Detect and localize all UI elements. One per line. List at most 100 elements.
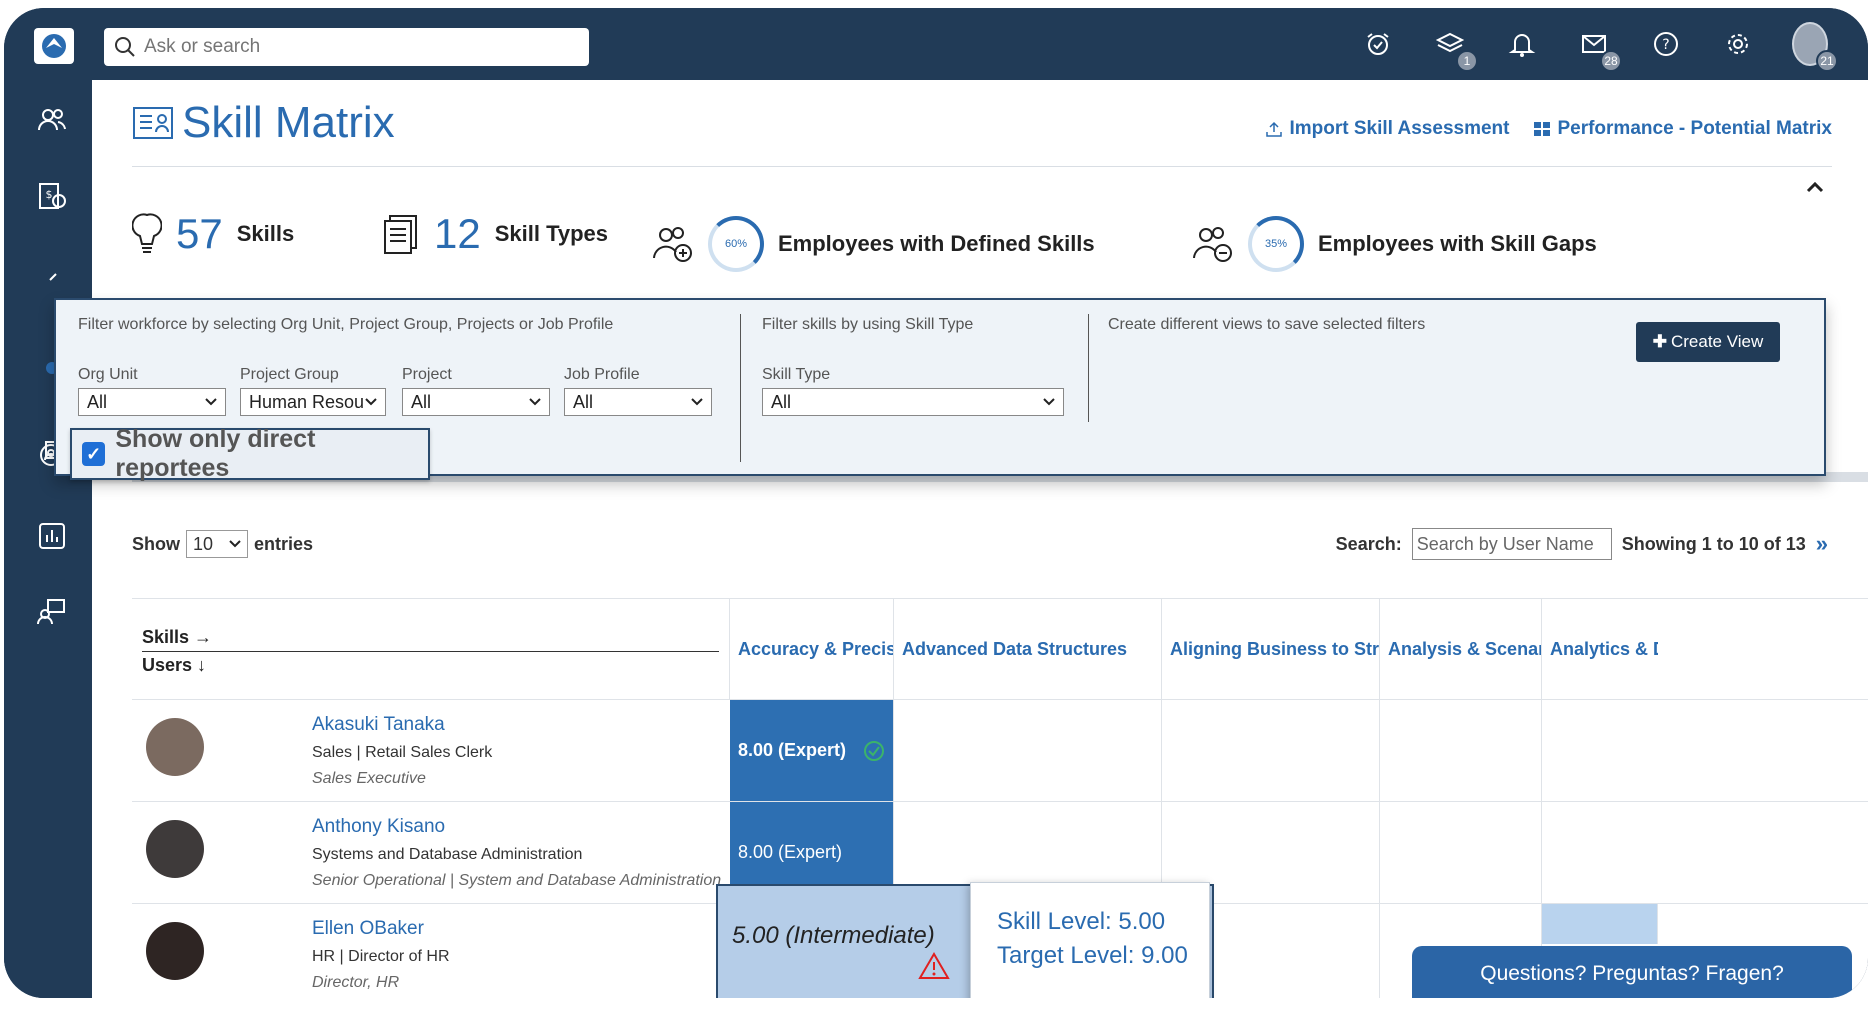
stat-skill-gaps: 35% Employees with Skill Gaps: [1192, 216, 1597, 272]
documents-icon: [384, 215, 417, 254]
skill-matrix-icon: [133, 107, 173, 139]
direct-reportees-checkbox[interactable]: ✓: [82, 442, 106, 466]
project-select[interactable]: All: [402, 388, 550, 416]
page-title: Skill Matrix: [132, 98, 395, 148]
avatar-badge: 21: [1816, 50, 1838, 72]
table-search: Search: Search by User Name Showing 1 to…: [1336, 528, 1828, 560]
employee-dept: Systems and Database Administration: [312, 846, 583, 863]
col-header-skill[interactable]: Aligning Business to Strategy: [1162, 599, 1380, 699]
payroll-icon[interactable]: $: [32, 176, 72, 216]
collapse-chevron-up-icon[interactable]: [1806, 176, 1824, 199]
alarm-clock-icon[interactable]: [1360, 26, 1396, 62]
col-header-skill[interactable]: Accuracy & Precision: [730, 599, 894, 699]
users-add-icon: [653, 227, 692, 262]
performance-potential-matrix-link[interactable]: Performance - Potential Matrix: [1533, 118, 1832, 140]
user-avatar[interactable]: 21: [1792, 22, 1838, 72]
employee-name[interactable]: Ellen OBaker: [312, 918, 424, 940]
report-chart-icon[interactable]: [32, 516, 72, 556]
defined-skills-ring: 60%: [708, 216, 764, 272]
check-circle-icon: [864, 741, 884, 761]
search-icon: [115, 37, 135, 57]
upload-icon: [1266, 121, 1283, 137]
employee-dept: HR | Director of HR: [312, 948, 450, 965]
employee-name[interactable]: Anthony Kisano: [312, 816, 445, 838]
mail-badge: 28: [1600, 50, 1622, 72]
menu-partial-icon[interactable]: [32, 256, 72, 296]
users-remove-icon: [1193, 227, 1232, 262]
sidebar: $: [4, 80, 92, 998]
app-window: 1 28 ? 21 $: [4, 8, 1868, 998]
skill-types-count: 12: [434, 210, 481, 257]
table-row: Akasuki Tanaka Sales | Retail Sales Cler…: [132, 700, 1868, 802]
stat-skills: 57 Skills: [132, 210, 294, 258]
chevron-down-icon: [691, 398, 703, 406]
create-view-button[interactable]: ✚ Create View: [1636, 322, 1780, 362]
page-title-text: Skill Matrix: [182, 98, 395, 147]
views-note: Create different views to save selected …: [1108, 316, 1426, 333]
employee-role: Sales Executive: [312, 770, 426, 787]
layers-icon[interactable]: 1: [1432, 26, 1478, 72]
avatar: [146, 820, 204, 878]
top-bar: 1 28 ? 21: [4, 8, 1868, 80]
mail-icon[interactable]: 28: [1576, 26, 1622, 72]
chevron-down-icon: [529, 398, 541, 406]
skill-level-tooltip: Skill Level: 5.00 Target Level: 9.00: [970, 882, 1210, 998]
skill-filter-note: Filter skills by using Skill Type: [762, 316, 974, 333]
team-board-icon[interactable]: [32, 592, 72, 632]
defined-skills-label: Employees with Defined Skills: [778, 231, 1095, 256]
gear-icon[interactable]: [1720, 26, 1756, 62]
layers-badge: 1: [1456, 50, 1478, 72]
direct-reportees-label: Show only direct reportees: [115, 425, 316, 482]
skill-types-label: Skill Types: [494, 221, 609, 246]
title-divider: [132, 166, 1832, 167]
global-search-input[interactable]: [144, 36, 564, 58]
people-icon[interactable]: [32, 100, 72, 140]
skill-level-text: Skill Level: 5.00: [997, 908, 1166, 935]
warning-icon: [918, 952, 950, 979]
skills-label: Skills: [236, 221, 295, 246]
employee-role: Senior Operational | System and Database…: [312, 872, 722, 889]
skill-cell[interactable]: 8.00 (Expert): [730, 700, 894, 801]
chevron-down-icon: [1043, 398, 1055, 406]
chevron-down-icon: [205, 398, 217, 406]
user-search-input[interactable]: Search by User Name: [1411, 528, 1612, 560]
direct-reportees-toggle[interactable]: ✓ Show only direct reportees: [70, 425, 430, 482]
bell-icon[interactable]: [1504, 26, 1540, 62]
employee-dept: Sales | Retail Sales Clerk: [312, 744, 493, 761]
skill-type-select[interactable]: All: [762, 388, 1064, 416]
next-page-icon[interactable]: »: [1816, 531, 1828, 557]
plus-icon: ✚: [1652, 332, 1667, 351]
skill-gaps-label: Employees with Skill Gaps: [1318, 231, 1597, 256]
main-content: Skill Matrix Import Skill Assessment Per…: [92, 80, 1868, 998]
svg-text:?: ?: [1662, 37, 1669, 53]
lightbulb-icon: [132, 213, 162, 253]
target-level-text: Target Level: 9.00: [997, 942, 1188, 969]
employee-name[interactable]: Akasuki Tanaka: [312, 714, 445, 736]
stat-defined-skills: 60% Employees with Defined Skills: [652, 216, 1095, 272]
table-header: Skills → Users ↓ Accuracy & Precision Ad…: [132, 598, 1868, 700]
pagination-info: Showing 1 to 10 of 13: [1621, 533, 1806, 554]
global-search[interactable]: [104, 28, 589, 66]
col-header-skill[interactable]: Analysis & Scenarios: [1380, 599, 1542, 699]
skill-cell[interactable]: [1542, 904, 1658, 944]
matrix-corner-header: Skills → Users ↓: [132, 599, 730, 699]
import-skill-assessment-link[interactable]: Import Skill Assessment: [1265, 118, 1509, 140]
svg-text:$: $: [46, 188, 53, 201]
col-header-skill[interactable]: Advanced Data Structures: [894, 599, 1162, 699]
chevron-down-icon: [229, 540, 241, 548]
job-profile-select[interactable]: All: [564, 388, 712, 416]
chat-help-button[interactable]: Questions? Preguntas? Fragen?: [1412, 946, 1852, 998]
col-header-skill[interactable]: Analytics & Dat: [1542, 599, 1658, 699]
workforce-filter-note: Filter workforce by selecting Org Unit, …: [78, 316, 614, 333]
entries-select[interactable]: 10: [186, 530, 248, 558]
help-icon[interactable]: ?: [1648, 26, 1684, 62]
project-group-select[interactable]: Human Resou: [240, 388, 386, 416]
avatar: [146, 922, 204, 980]
org-unit-select[interactable]: All: [78, 388, 226, 416]
stats-bar: 57 Skills 12 Skill Types 60% Employees w…: [132, 210, 1832, 290]
chevron-down-icon: [365, 398, 377, 406]
skill-gaps-ring: 35%: [1248, 216, 1304, 272]
skills-count: 57: [176, 210, 223, 257]
app-logo[interactable]: [34, 28, 74, 64]
stat-skill-types: 12 Skill Types: [382, 210, 608, 258]
